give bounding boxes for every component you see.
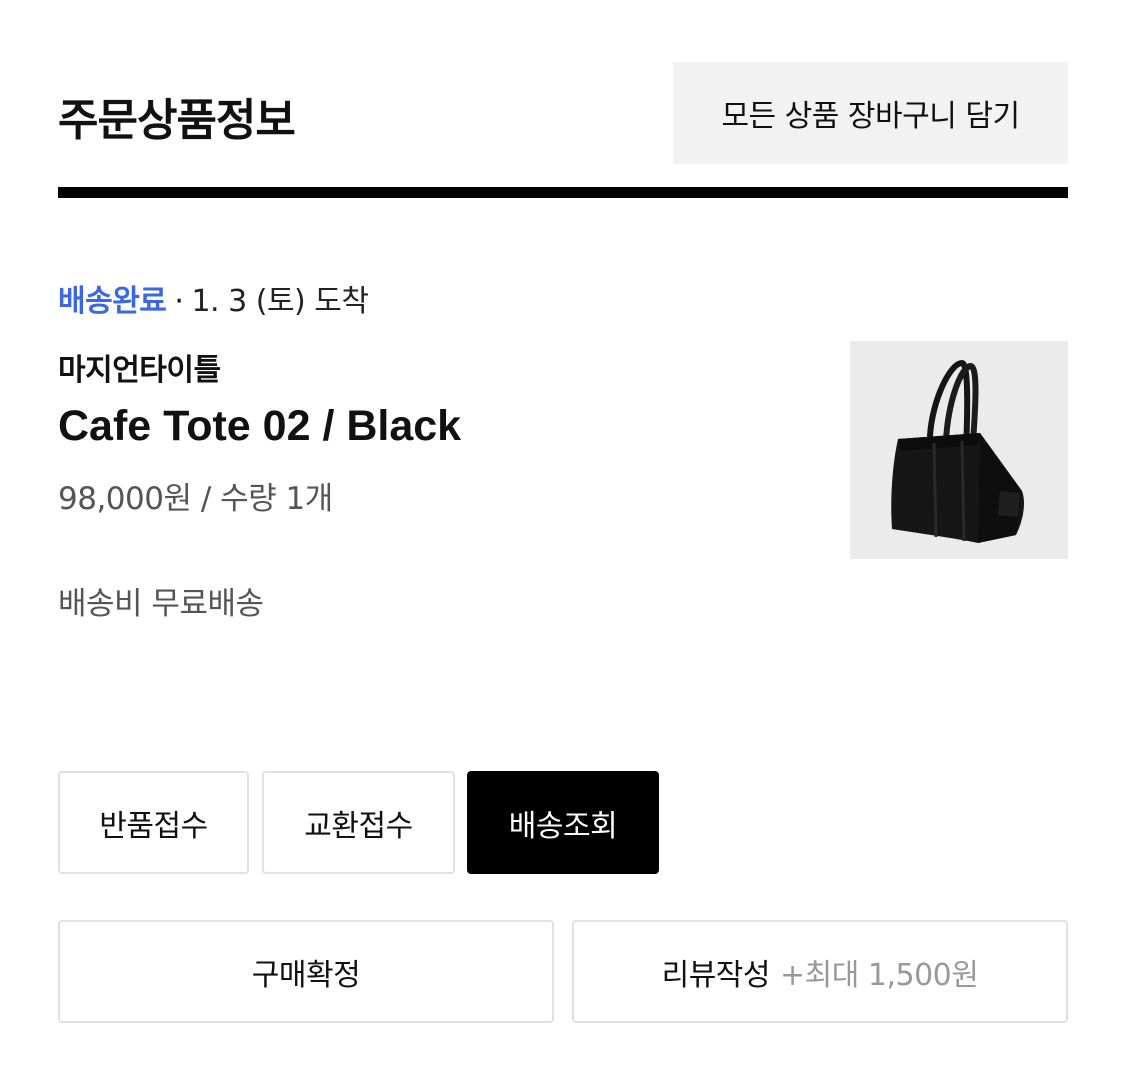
delivery-status-line: 배송완료 · 1. 3 (토) 도착 [58, 276, 369, 320]
add-all-to-cart-button[interactable]: 모든 상품 장바구니 담기 [673, 62, 1068, 164]
product-thumbnail[interactable] [850, 341, 1068, 559]
review-reward: +최대 1,500원 [780, 957, 979, 993]
review-label: 리뷰작성 [661, 957, 771, 993]
return-request-button[interactable]: 반품접수 [58, 771, 249, 874]
confirm-purchase-button[interactable]: 구매확정 [58, 920, 554, 1023]
order-items-header: 주문상품정보 모든 상품 장바구니 담기 [58, 62, 1068, 164]
write-review-button[interactable]: 리뷰작성 +최대 1,500원 [572, 920, 1068, 1023]
delivery-status: 배송완료 [58, 284, 167, 319]
exchange-request-button[interactable]: 교환접수 [262, 771, 455, 874]
page-title: 주문상품정보 [58, 95, 296, 146]
arrival-date: 1. 3 (토) 도착 [191, 284, 369, 319]
status-separator: · [174, 284, 184, 319]
track-delivery-button[interactable]: 배송조회 [467, 771, 659, 874]
brand-name[interactable]: 마지언타이틀 [58, 345, 221, 389]
tote-bag-image [891, 359, 1024, 543]
price-quantity: 98,000원 / 수량 1개 [58, 481, 333, 517]
product-name[interactable]: Cafe Tote 02 / Black [58, 402, 461, 451]
section-divider [58, 187, 1068, 198]
shipping-fee: 배송비 무료배송 [58, 586, 264, 622]
